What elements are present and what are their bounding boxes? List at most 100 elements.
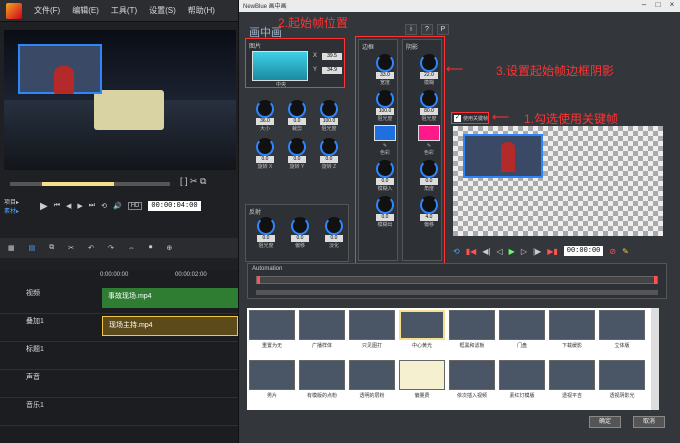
storyboard-view-icon[interactable]: ▦	[8, 244, 15, 252]
keyframe-timecode[interactable]: 00:00:00	[563, 246, 604, 256]
preset-item[interactable]: 只见图打	[349, 310, 395, 354]
end-icon[interactable]: ⏭	[89, 202, 95, 210]
clip-video[interactable]: 事故现场.mp4	[102, 288, 238, 308]
border-width-knob[interactable]	[376, 54, 394, 72]
prev-frame-icon[interactable]: ◀	[66, 202, 71, 210]
preset-item[interactable]: 素红灯模版	[499, 360, 545, 404]
help-icon[interactable]: ?	[421, 24, 433, 35]
play-icon[interactable]: ▶	[509, 247, 515, 256]
scrub-bar[interactable]	[10, 182, 170, 186]
ok-button[interactable]: 确定	[589, 416, 621, 428]
preset-item[interactable]: 依次插入视频	[449, 360, 495, 404]
keyframe-marker-end[interactable]	[654, 276, 657, 284]
knob-value[interactable]: 0.0	[320, 156, 338, 163]
knob-value[interactable]: 100.0	[320, 118, 338, 125]
preset-item[interactable]: 广播样体	[299, 310, 345, 354]
preset-item[interactable]: 透视平吉	[549, 360, 595, 404]
shadow-color-swatch[interactable]	[418, 125, 440, 141]
border-blur-out-knob[interactable]	[376, 196, 394, 214]
next-frame-icon[interactable]: ▶	[77, 202, 82, 210]
last-keyframe-icon[interactable]: ▶▮	[547, 247, 558, 256]
prev-frame-icon[interactable]: ◁	[497, 247, 503, 256]
shadow-offset-knob[interactable]	[420, 196, 438, 214]
rotate-y-knob[interactable]	[288, 138, 306, 156]
prev-keyframe-icon[interactable]: ◀|	[482, 247, 490, 256]
info-icon[interactable]: i	[405, 24, 417, 35]
trim-selection[interactable]	[42, 182, 114, 186]
undo-icon[interactable]: ↶	[88, 244, 94, 252]
knob-value[interactable]: 4.0	[420, 214, 438, 221]
knob-value[interactable]: 80.0	[420, 108, 438, 115]
reset-icon[interactable]: ✎	[622, 247, 629, 256]
next-keyframe-icon[interactable]: |▶	[533, 247, 541, 256]
preset-item[interactable]: 重置为无	[249, 310, 295, 354]
keyframe-checkbox[interactable]: ✓ 使用关键帧	[451, 112, 489, 124]
knob-value[interactable]: 0.0	[288, 156, 306, 163]
opacity-knob[interactable]	[320, 100, 338, 118]
menu-tools[interactable]: 工具(T)	[111, 5, 137, 16]
preset-item[interactable]: 框黑和滤板	[449, 310, 495, 354]
knob-value[interactable]: 0.0	[288, 118, 306, 125]
start-icon[interactable]: ⏮	[54, 202, 60, 210]
crop-knob[interactable]	[288, 100, 306, 118]
knob-value[interactable]: 0.0	[257, 235, 275, 242]
presets-icon[interactable]: P	[437, 24, 449, 35]
shadow-blur-knob[interactable]	[420, 54, 438, 72]
knob-value[interactable]: 0.0	[376, 178, 394, 185]
knob-value[interactable]: 0.0	[376, 214, 394, 221]
project-mode-label[interactable]: 项目▸	[4, 197, 34, 206]
play-icon[interactable]: ▶	[40, 201, 48, 212]
preset-item[interactable]: 门盘	[499, 310, 545, 354]
knob-value[interactable]: 0.0	[325, 235, 343, 242]
volume-icon[interactable]: 🔊	[113, 202, 122, 210]
timeline-view-icon[interactable]: ▤	[29, 244, 36, 252]
border-opacity-knob[interactable]	[376, 90, 394, 108]
repeat-icon[interactable]: ⟲	[101, 202, 107, 210]
clip-overlay[interactable]: 现场主持.mp4	[102, 316, 238, 336]
automation-scrollbar[interactable]	[256, 290, 658, 295]
trim-markers-icon[interactable]: [ ] ✂ ⧉	[180, 176, 206, 187]
preset-item[interactable]: 下载缓影	[549, 310, 595, 354]
menu-edit[interactable]: 编辑(E)	[72, 5, 99, 16]
remove-keyframe-icon[interactable]: ⊘	[609, 247, 616, 256]
menu-settings[interactable]: 设置(S)	[149, 5, 176, 16]
menu-help[interactable]: 帮助(H)	[188, 5, 215, 16]
main-timecode[interactable]: 00:00:04:00	[148, 201, 201, 211]
hd-badge[interactable]: HD	[127, 202, 143, 210]
menu-file[interactable]: 文件(F)	[34, 5, 60, 16]
reflect-fade-knob[interactable]	[325, 217, 343, 235]
loop-icon[interactable]: ⟲	[453, 247, 460, 256]
redo-icon[interactable]: ↷	[108, 244, 114, 252]
preset-item[interactable]: 有模版的点粉	[299, 360, 345, 404]
knob-value[interactable]: 36.0	[256, 118, 274, 125]
border-blur-in-knob[interactable]	[376, 160, 394, 178]
x-value[interactable]: 39.5	[322, 53, 342, 60]
shadow-angle-knob[interactable]	[420, 160, 438, 178]
cut-icon[interactable]: ✂	[68, 244, 74, 252]
preset-scrollbar[interactable]	[651, 308, 659, 410]
zoom-icon[interactable]: ⊕	[166, 244, 172, 252]
automation-track[interactable]	[256, 276, 658, 284]
knob-value[interactable]: 0.0	[291, 235, 309, 242]
knob-value[interactable]: 0.0	[420, 178, 438, 185]
reflect-offset-knob[interactable]	[291, 217, 309, 235]
copy-icon[interactable]: ⧉	[49, 244, 54, 252]
checkbox-check-icon[interactable]: ✓	[454, 114, 461, 122]
close-icon[interactable]: ×	[665, 0, 679, 12]
keyframe-marker-start[interactable]	[257, 276, 260, 284]
record-icon[interactable]: ⏺	[149, 244, 153, 252]
preset-item[interactable]: 透明的层粉	[349, 360, 395, 404]
clip-mode-label[interactable]: 素材▸	[4, 206, 34, 215]
position-pad[interactable]	[252, 51, 308, 81]
preset-item[interactable]: 男片	[249, 360, 295, 404]
knob-value[interactable]: 100.0	[376, 108, 394, 115]
fit-icon[interactable]: ⇔	[128, 245, 135, 252]
cancel-button[interactable]: 取消	[633, 416, 665, 428]
next-frame-icon[interactable]: ▷	[521, 247, 527, 256]
shadow-opacity-knob[interactable]	[420, 90, 438, 108]
knob-value[interactable]: 0.0	[256, 156, 274, 163]
y-value[interactable]: 34.9	[322, 67, 342, 74]
border-color-swatch[interactable]	[374, 125, 396, 141]
preset-item[interactable]: 透视阴影光	[599, 360, 645, 404]
minimize-icon[interactable]: –	[637, 0, 651, 12]
